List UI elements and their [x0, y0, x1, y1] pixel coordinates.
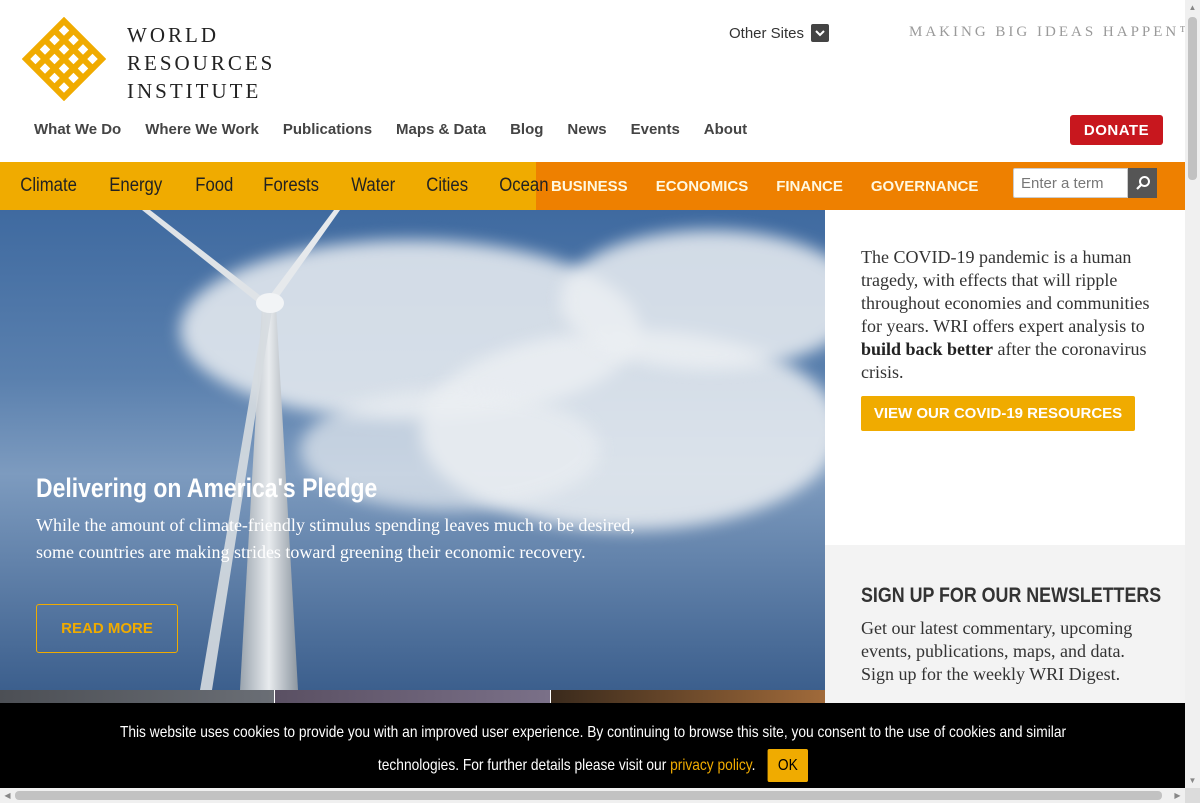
- category-business[interactable]: BUSINESS: [551, 178, 628, 195]
- read-more-button[interactable]: READ MORE: [36, 604, 178, 653]
- covid-text: The COVID-19 pandemic is a human tragedy…: [861, 246, 1161, 384]
- logo-line-3: INSTITUTE: [127, 79, 262, 103]
- horizontal-scrollbar[interactable]: ◀ ▶: [0, 788, 1185, 803]
- nav-news[interactable]: News: [555, 120, 618, 140]
- hero-banner: Delivering on America's Pledge While the…: [0, 210, 825, 690]
- nav-what-we-do[interactable]: What We Do: [22, 120, 133, 140]
- tagline: MAKING BIG IDEAS HAPPEN™: [909, 24, 1197, 40]
- horizontal-scroll-thumb[interactable]: [15, 791, 1162, 800]
- story-thumbnail[interactable]: [550, 690, 825, 703]
- donate-button[interactable]: DONATE: [1070, 115, 1163, 145]
- vertical-scrollbar[interactable]: ▲ ▼: [1185, 0, 1200, 788]
- chevron-down-icon: [811, 24, 830, 42]
- topic-water[interactable]: Water: [331, 175, 396, 197]
- covid-text-bold: build back better: [861, 339, 994, 359]
- topic-climate[interactable]: Climate: [0, 175, 77, 197]
- covid-panel: The COVID-19 pandemic is a human tragedy…: [825, 210, 1185, 545]
- scroll-up-arrow-icon[interactable]: ▲: [1185, 0, 1200, 15]
- privacy-policy-link[interactable]: privacy policy: [670, 757, 752, 774]
- wri-knot-logo-icon: [22, 17, 106, 101]
- topic-food[interactable]: Food: [175, 175, 233, 197]
- nav-events[interactable]: Events: [619, 120, 692, 140]
- cookie-text-after: .: [751, 757, 756, 774]
- search-icon: [1135, 176, 1150, 190]
- scrollbar-corner: [1185, 788, 1200, 803]
- scroll-down-arrow-icon[interactable]: ▼: [1185, 773, 1200, 788]
- cookie-message-line: This website uses cookies to provide you…: [99, 717, 1088, 782]
- nav-about[interactable]: About: [692, 120, 759, 140]
- vertical-scroll-thumb[interactable]: [1188, 17, 1197, 180]
- topic-bar: Climate Energy Food Forests Water Cities…: [0, 162, 1185, 210]
- logo-wordmark: WORLD RESOURCES INSTITUTE: [127, 21, 275, 105]
- category-links: BUSINESS ECONOMICS FINANCE GOVERNANCE: [551, 162, 1006, 210]
- search-input[interactable]: [1013, 168, 1128, 198]
- category-governance[interactable]: GOVERNANCE: [871, 178, 979, 195]
- hero-title[interactable]: Delivering on America's Pledge: [36, 473, 377, 504]
- cookie-ok-button[interactable]: OK: [767, 749, 809, 782]
- hero-description: While the amount of climate-friendly sti…: [36, 515, 635, 562]
- newsletter-title: SIGN UP FOR OUR NEWSLETTERS: [861, 584, 1162, 607]
- nav-maps-data[interactable]: Maps & Data: [384, 120, 498, 140]
- covid-text-before: The COVID-19 pandemic is a human tragedy…: [861, 247, 1150, 336]
- story-thumbnails: [0, 690, 825, 703]
- nav-where-we-work[interactable]: Where We Work: [133, 120, 271, 140]
- category-finance[interactable]: FINANCE: [776, 178, 843, 195]
- nav-publications[interactable]: Publications: [271, 120, 384, 140]
- topic-forests[interactable]: Forests: [243, 175, 319, 197]
- search-box: [1013, 168, 1157, 198]
- cookie-banner: This website uses cookies to provide you…: [0, 703, 1185, 788]
- cookie-message: This website uses cookies to provide you…: [18, 717, 1168, 782]
- cookie-text: This website uses cookies to provide you…: [119, 724, 1067, 774]
- wri-logo[interactable]: WORLD RESOURCES INSTITUTE: [22, 17, 272, 105]
- topic-energy[interactable]: Energy: [89, 175, 163, 197]
- scroll-left-arrow-icon[interactable]: ◀: [0, 788, 15, 803]
- logo-line-1: WORLD: [127, 23, 219, 47]
- search-button[interactable]: [1128, 168, 1157, 198]
- topic-cities[interactable]: Cities: [406, 175, 468, 197]
- story-thumbnail[interactable]: [0, 690, 275, 703]
- scroll-right-arrow-icon[interactable]: ▶: [1170, 788, 1185, 803]
- main-nav: What We Do Where We Work Publications Ma…: [22, 120, 759, 140]
- other-sites-dropdown[interactable]: Other Sites: [729, 24, 830, 42]
- other-sites-label: Other Sites: [729, 24, 805, 42]
- covid-resources-button[interactable]: VIEW OUR COVID-19 RESOURCES: [861, 396, 1135, 431]
- newsletter-text: Get our latest commentary, upcoming even…: [861, 618, 1133, 684]
- nav-blog[interactable]: Blog: [498, 120, 555, 140]
- category-economics[interactable]: ECONOMICS: [656, 178, 749, 195]
- logo-line-2: RESOURCES: [127, 51, 276, 75]
- story-thumbnail[interactable]: [275, 690, 550, 703]
- topic-ocean[interactable]: Ocean: [479, 175, 548, 197]
- topic-links: Climate Energy Food Forests Water Cities…: [0, 162, 560, 210]
